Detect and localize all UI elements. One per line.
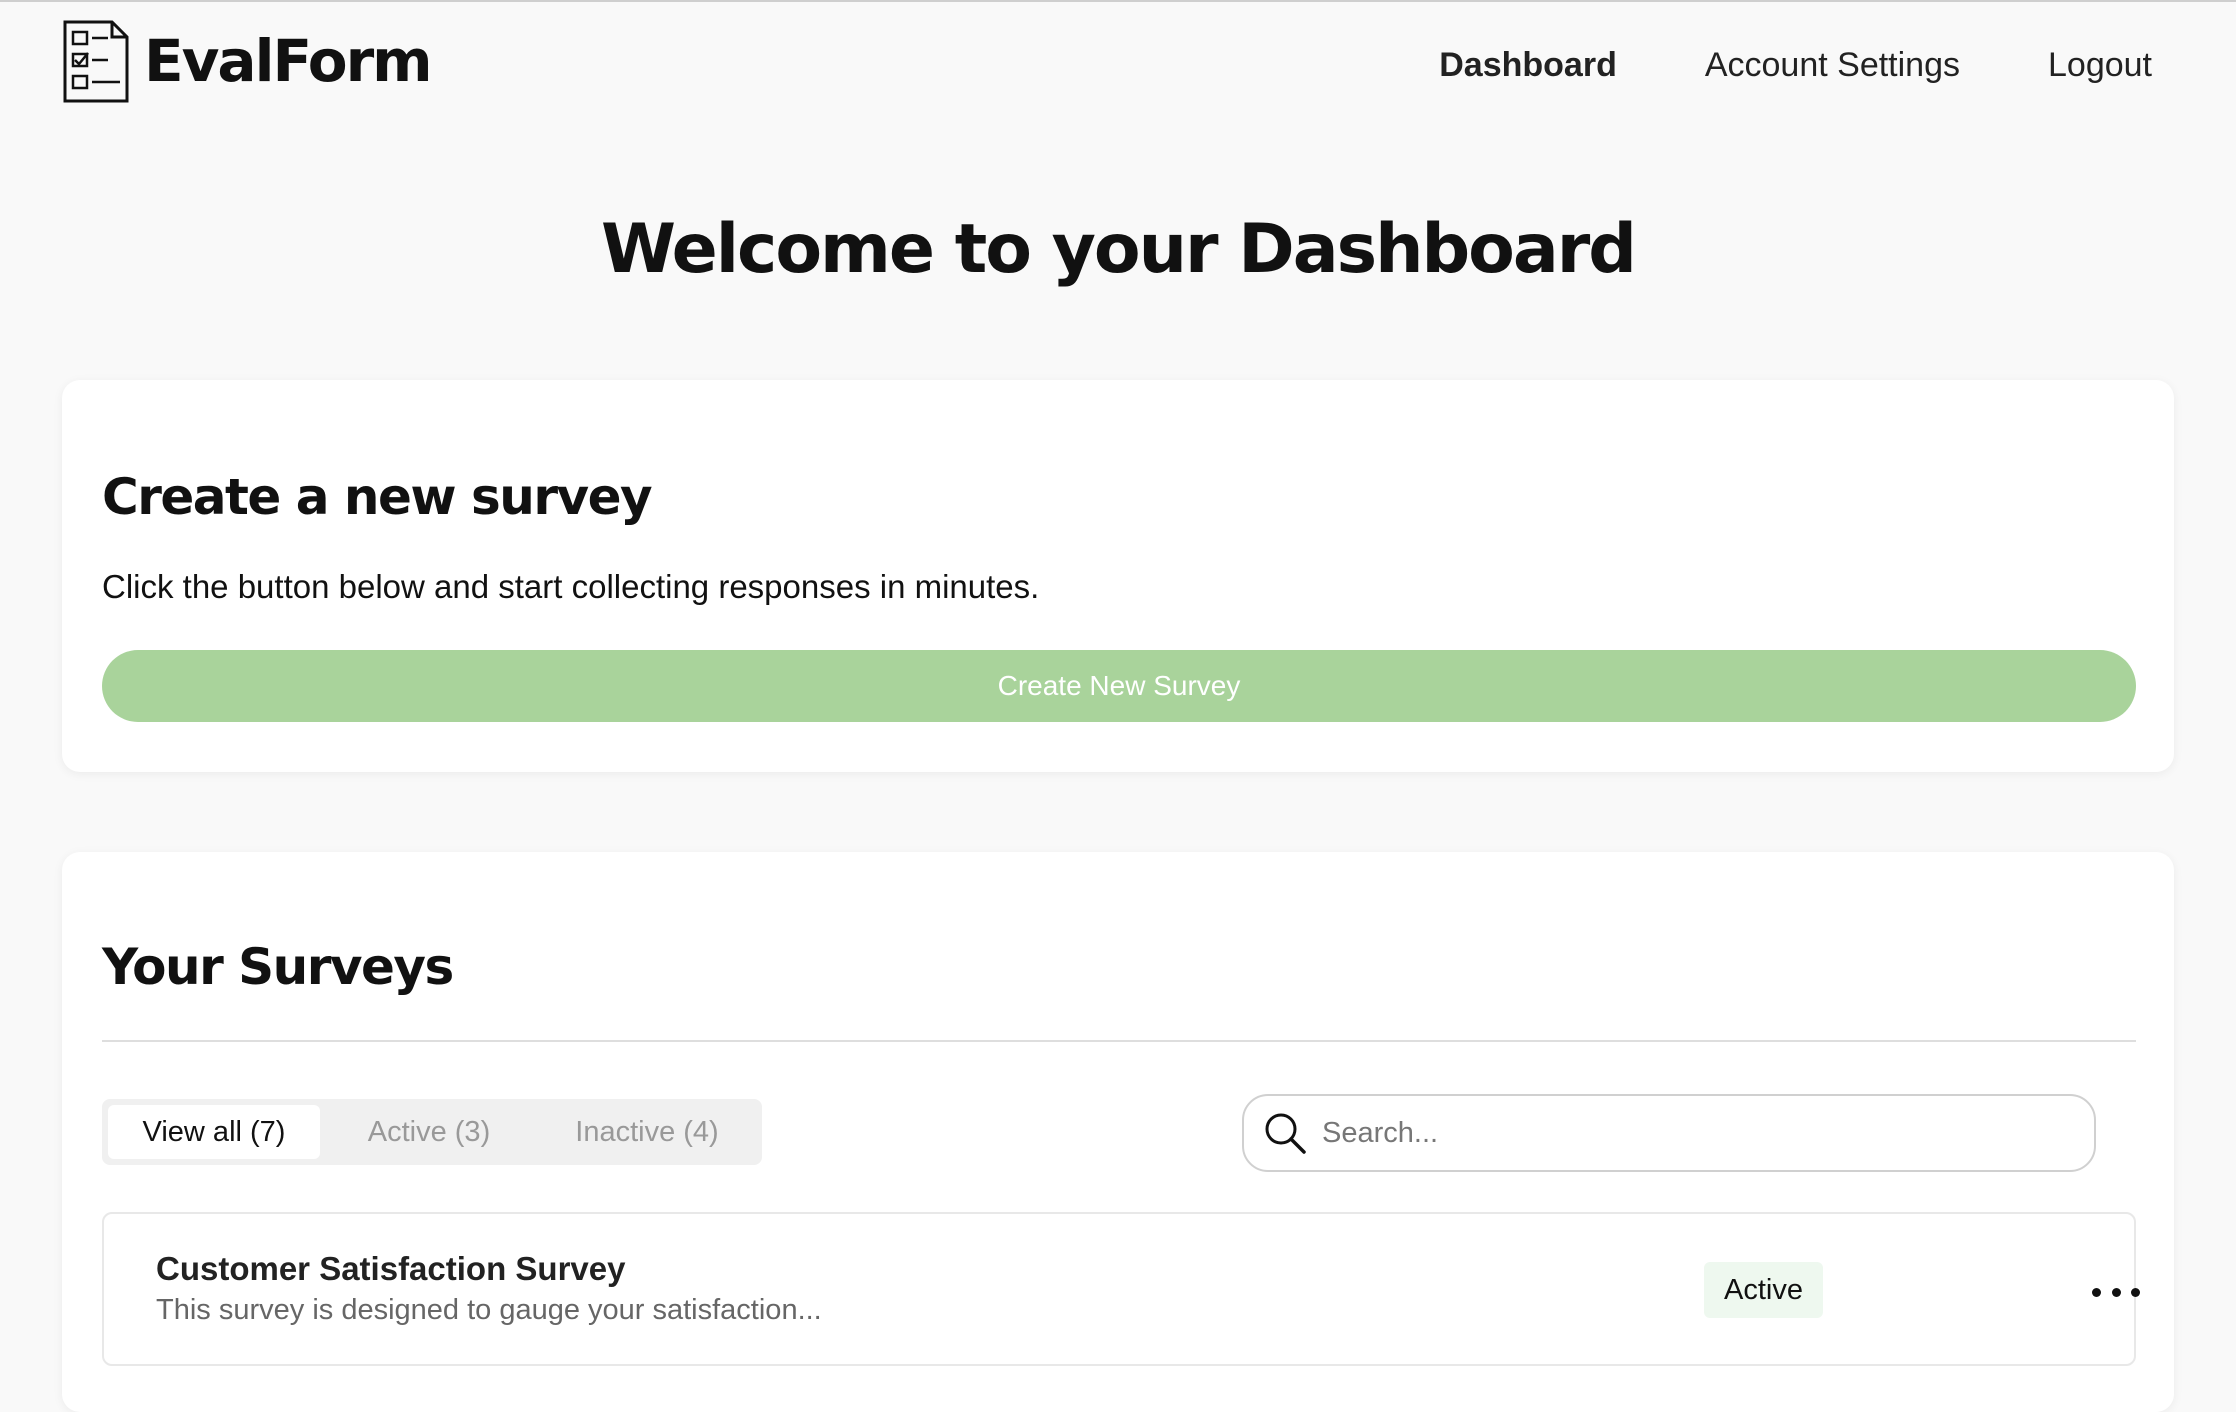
nav-dashboard-link[interactable]: Dashboard [1439,46,1617,85]
survey-search-box[interactable] [1242,1094,2096,1172]
tab-view-all[interactable]: View all (7) [108,1105,320,1159]
tab-active[interactable]: Active (3) [320,1105,538,1159]
create-survey-card: Create a new survey Click the button bel… [62,380,2174,772]
dot [2092,1287,2101,1297]
survey-title[interactable]: Customer Satisfaction Survey [156,1250,625,1288]
survey-filter-tabs: View all (7) Active (3) Inactive (4) [102,1099,762,1165]
survey-description: This survey is designed to gauge your sa… [156,1294,822,1326]
search-icon [1265,1113,1306,1154]
create-new-survey-button[interactable]: Create New Survey [102,650,2136,722]
search-input[interactable] [1322,1116,2082,1150]
section-divider [102,1040,2136,1042]
page-title: Welcome to your Dashboard [601,210,1637,289]
create-survey-description: Click the button below and start collect… [102,568,1040,605]
nav-logout-link[interactable]: Logout [2048,46,2152,85]
top-header: EvalForm Dashboard Account Settings Logo… [0,2,2236,122]
tab-inactive[interactable]: Inactive (4) [538,1105,756,1159]
your-surveys-heading: Your Surveys [102,938,454,996]
main-nav: Dashboard Account Settings Logout [1439,46,2152,85]
brand-logo[interactable]: EvalForm [62,18,433,104]
brand-name: EvalForm [144,27,433,95]
dot [2131,1287,2140,1297]
survey-list-item[interactable]: Customer Satisfaction Survey This survey… [102,1212,2140,1366]
more-options-icon[interactable] [2092,1272,2140,1312]
nav-account-settings-link[interactable]: Account Settings [1705,46,1960,85]
checklist-logo-icon [63,20,129,103]
create-survey-heading: Create a new survey [102,468,653,526]
status-badge: Active [1704,1262,1823,1318]
dot [2111,1287,2121,1297]
your-surveys-card: Your Surveys View all (7) Active (3) Ina… [62,852,2174,1412]
